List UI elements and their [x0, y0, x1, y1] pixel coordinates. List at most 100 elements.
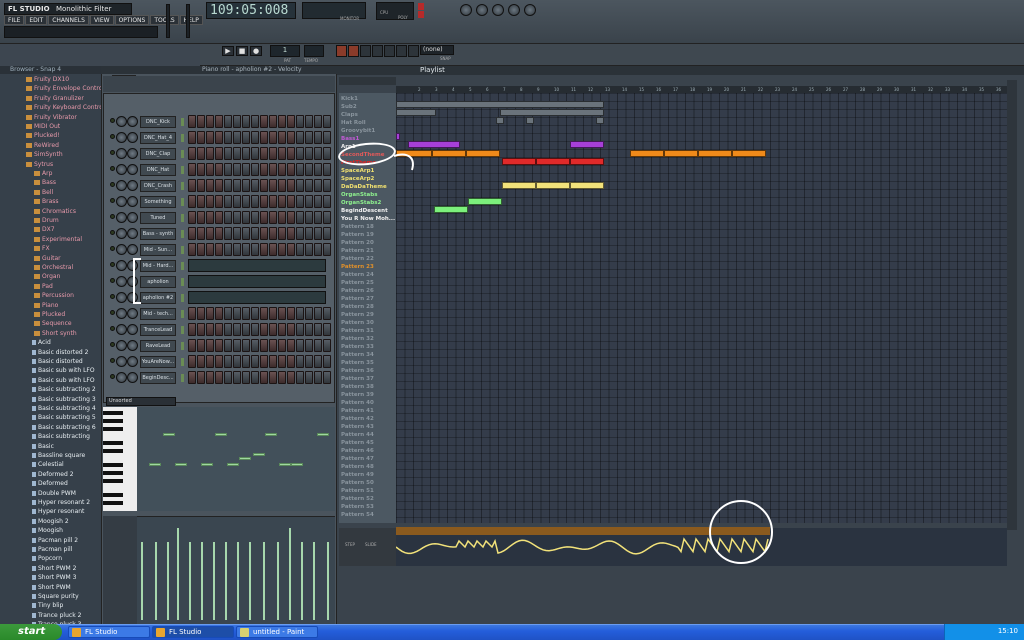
- step-button[interactable]: [215, 211, 223, 224]
- step-button[interactable]: [242, 355, 250, 368]
- step-button[interactable]: [188, 227, 196, 240]
- step-button[interactable]: [305, 163, 313, 176]
- browser-item[interactable]: Pad: [0, 282, 101, 291]
- step-button[interactable]: [242, 307, 250, 320]
- channel-select-indicator[interactable]: [181, 294, 184, 302]
- pattern-name[interactable]: Pattern 50: [341, 479, 397, 487]
- menu-edit[interactable]: EDIT: [25, 15, 48, 25]
- pattern-clip[interactable]: [732, 150, 766, 157]
- pattern-name[interactable]: Pattern 29: [341, 311, 397, 319]
- step-button[interactable]: [197, 211, 205, 224]
- step-button[interactable]: [269, 339, 277, 352]
- pattern-name[interactable]: Pattern 51: [341, 487, 397, 495]
- menu-channels[interactable]: CHANNELS: [48, 15, 89, 25]
- channel-name-button[interactable]: Tuned: [140, 212, 176, 224]
- channel-pan-knob[interactable]: [116, 260, 127, 271]
- pattern-name[interactable]: Pattern 54: [341, 511, 397, 519]
- piano-roll-note[interactable]: [279, 463, 291, 466]
- step-button[interactable]: [269, 163, 277, 176]
- step-button[interactable]: [278, 115, 286, 128]
- piano-roll-note[interactable]: [253, 453, 265, 456]
- browser-item[interactable]: Orchestral: [0, 263, 101, 272]
- velocity-bar[interactable]: [213, 542, 215, 620]
- pattern-name[interactable]: Pattern 49: [341, 471, 397, 479]
- channel-pan-knob[interactable]: [116, 164, 127, 175]
- channel-name-button[interactable]: BeginDesc...: [140, 372, 176, 384]
- step-button[interactable]: [296, 115, 304, 128]
- pattern-name[interactable]: Pattern 44: [341, 431, 397, 439]
- channel-led[interactable]: [110, 262, 115, 267]
- step-button[interactable]: [188, 179, 196, 192]
- step-button[interactable]: [233, 227, 241, 240]
- browser-item[interactable]: Acid: [0, 338, 101, 347]
- pattern-selector[interactable]: 1: [270, 45, 300, 57]
- step-button[interactable]: [287, 323, 295, 336]
- channel-piano-roll-preview[interactable]: [188, 275, 326, 288]
- velocity-bar[interactable]: [141, 542, 143, 620]
- channel-name-button[interactable]: DNC_Hat: [140, 164, 176, 176]
- step-button[interactable]: [251, 115, 259, 128]
- step-button[interactable]: [251, 163, 259, 176]
- browser-item[interactable]: Basic distorted 2: [0, 348, 101, 357]
- pattern-name[interactable]: Hat Roll: [341, 119, 397, 127]
- pattern-name[interactable]: Pattern 48: [341, 463, 397, 471]
- browser-item[interactable]: Piano: [0, 301, 101, 310]
- step-button[interactable]: [188, 371, 196, 384]
- step-button[interactable]: [215, 339, 223, 352]
- pattern-clip[interactable]: [698, 150, 732, 157]
- browser-item[interactable]: Fruity Granulizer: [0, 94, 101, 103]
- step-button[interactable]: [197, 355, 205, 368]
- browser-item[interactable]: Double PWM: [0, 489, 101, 498]
- step-button[interactable]: [251, 195, 259, 208]
- channel-select-indicator[interactable]: [181, 230, 184, 238]
- step-button[interactable]: [260, 243, 268, 256]
- channel-select-indicator[interactable]: [181, 134, 184, 142]
- pattern-clip[interactable]: [536, 158, 570, 165]
- step-button[interactable]: [260, 323, 268, 336]
- step-button[interactable]: [197, 163, 205, 176]
- velocity-lane[interactable]: [137, 516, 335, 624]
- step-button[interactable]: [242, 115, 250, 128]
- step-button[interactable]: [260, 355, 268, 368]
- step-button[interactable]: [278, 307, 286, 320]
- channel-volume-knob[interactable]: [127, 324, 138, 335]
- step-button[interactable]: [197, 323, 205, 336]
- pattern-clip[interactable]: [408, 141, 460, 148]
- browser-item[interactable]: Chromatics: [0, 207, 101, 216]
- playlist-icon[interactable]: [476, 4, 488, 16]
- browser-item[interactable]: Moogish 2: [0, 517, 101, 526]
- piano-roll-note[interactable]: [175, 463, 187, 466]
- menu-help[interactable]: HELP: [179, 15, 203, 25]
- browser-item[interactable]: Hyper resonant 2: [0, 498, 101, 507]
- browser-item[interactable]: Pacman pill 2: [0, 536, 101, 545]
- paint-tool-icon[interactable]: [348, 45, 359, 57]
- stop-button[interactable]: ■: [236, 46, 248, 56]
- channel-name-button[interactable]: apholion #2: [140, 292, 176, 304]
- step-button[interactable]: [287, 211, 295, 224]
- record-button[interactable]: ●: [250, 46, 262, 56]
- channel-pan-knob[interactable]: [116, 276, 127, 287]
- browser-item[interactable]: Fruity Vibrator: [0, 113, 101, 122]
- browser-item[interactable]: ReWired: [0, 141, 101, 150]
- channel-select-indicator[interactable]: [181, 182, 184, 190]
- playlist-ruler[interactable]: 2 3 4 5 6 7 8 9 10 11 12 13 14 15 16 17 18 19 20 21 22 23 24 25…: [396, 86, 1007, 93]
- step-button[interactable]: [233, 307, 241, 320]
- zoom-tool-icon[interactable]: [408, 45, 419, 57]
- step-button[interactable]: [305, 355, 313, 368]
- channel-volume-knob[interactable]: [127, 180, 138, 191]
- step-button[interactable]: [296, 147, 304, 160]
- pattern-name[interactable]: Kick1: [341, 95, 397, 103]
- step-button[interactable]: [278, 323, 286, 336]
- step-button[interactable]: [206, 355, 214, 368]
- pattern-name[interactable]: Pattern 36: [341, 367, 397, 375]
- step-button[interactable]: [278, 147, 286, 160]
- step-button[interactable]: [206, 163, 214, 176]
- menu-view[interactable]: VIEW: [89, 15, 114, 25]
- step-button[interactable]: [197, 147, 205, 160]
- step-button[interactable]: [251, 307, 259, 320]
- channel-name-button[interactable]: DNC_Kick: [140, 116, 176, 128]
- channel-name-button[interactable]: Mid - tech...: [140, 308, 176, 320]
- step-button[interactable]: [188, 147, 196, 160]
- piano-roll-note[interactable]: [291, 463, 303, 466]
- step-button[interactable]: [269, 195, 277, 208]
